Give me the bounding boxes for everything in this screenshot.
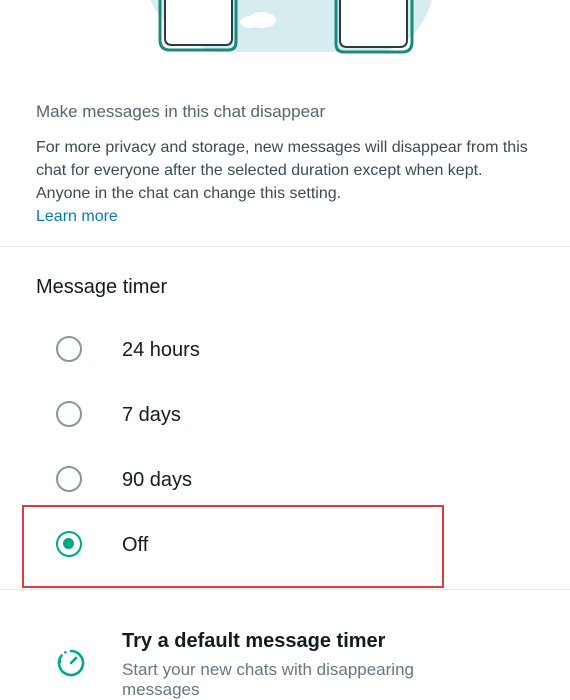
phone-right-graphic bbox=[334, 0, 414, 54]
divider bbox=[0, 246, 570, 247]
radio-button-off-selected[interactable] bbox=[56, 531, 82, 557]
phone-left-graphic bbox=[158, 0, 238, 52]
option-label: Off bbox=[122, 534, 149, 556]
disappearing-messages-illustration bbox=[150, 0, 432, 54]
option-label: 7 days bbox=[122, 404, 181, 426]
default-timer-subtitle: Start your new chats with disappearing m… bbox=[122, 660, 414, 699]
radio-button-24-hours[interactable] bbox=[56, 336, 82, 362]
disappearing-messages-screen: Make messages in this chat disappear For… bbox=[0, 0, 570, 700]
intro-description: For more privacy and storage, new messag… bbox=[36, 139, 528, 202]
default-timer-title: Try a default message timer bbox=[122, 630, 386, 652]
intro-heading: Make messages in this chat disappear bbox=[36, 102, 326, 121]
default-message-timer-item[interactable]: Try a default message timer Start your n… bbox=[0, 610, 570, 700]
option-label: 24 hours bbox=[122, 339, 200, 361]
timer-icon bbox=[57, 649, 85, 677]
divider bbox=[0, 589, 570, 590]
intro-section: Make messages in this chat disappear For… bbox=[36, 100, 536, 228]
option-off[interactable]: Off bbox=[0, 513, 570, 578]
message-timer-title: Message timer bbox=[36, 276, 168, 298]
message-timer-options: 24 hours 7 days 90 days Off bbox=[0, 318, 570, 578]
option-label: 90 days bbox=[122, 469, 193, 491]
radio-selected-dot bbox=[63, 538, 74, 549]
option-24-hours[interactable]: 24 hours bbox=[0, 318, 570, 383]
learn-more-link[interactable]: Learn more bbox=[36, 205, 118, 228]
option-7-days[interactable]: 7 days bbox=[0, 383, 570, 448]
radio-button-90-days[interactable] bbox=[56, 466, 82, 492]
option-90-days[interactable]: 90 days bbox=[0, 448, 570, 513]
radio-button-7-days[interactable] bbox=[56, 401, 82, 427]
